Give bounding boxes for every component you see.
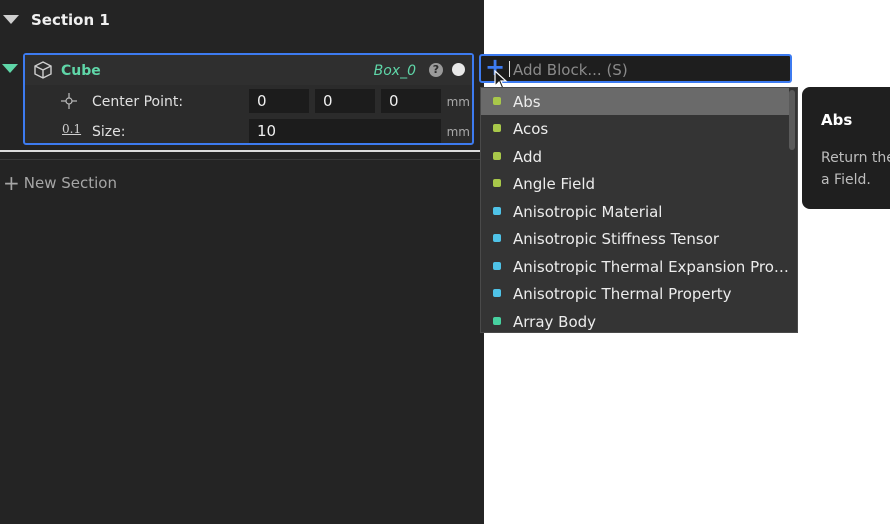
size-input[interactable]: 10 [249,119,441,143]
tooltip-description: Return the absolute value of a Field. [821,150,890,188]
plus-icon: + [3,171,20,195]
dropdown-item[interactable]: Abs [481,88,789,115]
left-panel: Section 1 Cube Box_0 ? Center Point: 0 0… [0,0,484,524]
add-block-field[interactable]: + [479,53,792,83]
dropdown-item[interactable]: Add [481,143,789,170]
block-title-row[interactable]: Cube Box_0 ? [25,55,472,85]
block-id-label[interactable]: Box_0 [374,63,416,79]
help-icon[interactable]: ? [429,63,443,77]
section-header[interactable]: Section 1 [0,0,484,40]
dropdown-item[interactable]: Angle Field [481,170,789,197]
dropdown-item[interactable]: Anisotropic Material [481,198,789,225]
divider [0,150,484,152]
center-point-x-input[interactable]: 0 [249,89,309,113]
dropdown-item[interactable]: Anisotropic Thermal Property [481,280,789,307]
category-dot-icon [493,124,501,132]
cube-icon [34,61,52,79]
category-dot-icon [493,207,501,215]
category-dot-icon [493,317,501,325]
block-collapse-triangle-icon[interactable] [2,64,18,73]
size-label: Size: [92,124,126,140]
size-unit: mm [446,125,470,139]
center-point-z-input[interactable]: 0 [381,89,441,113]
dropdown-item[interactable]: Anisotropic Thermal Expansion Property [481,253,789,280]
center-point-icon [61,93,77,109]
new-section-label: New Section [23,174,117,192]
text-caret [509,61,510,77]
dropdown-item[interactable]: Acos [481,115,789,142]
center-point-label: Center Point: [92,94,184,110]
block-tooltip: Abs Return the absolute value of a Field… [802,87,890,209]
dropdown-scrollbar[interactable] [789,90,795,150]
param-row-center-point: Center Point: 0 0 0 mm [25,86,472,116]
decimal-number-icon: 0.1 [62,122,82,136]
dropdown-item[interactable]: Anisotropic Stiffness Tensor [481,225,789,252]
category-dot-icon [493,262,501,270]
category-dot-icon [493,97,501,105]
block-dropdown: Abs Acos Add Angle Field Anisotropic Mat… [480,87,798,333]
section-title: Section 1 [31,11,110,29]
dropdown-item[interactable]: Array Body [481,308,789,332]
new-section-button[interactable]: + New Section [3,171,117,195]
cube-block-card[interactable]: Cube Box_0 ? Center Point: 0 0 0 mm 0.1 … [23,53,474,145]
status-dot-icon[interactable] [452,63,465,76]
center-point-unit: mm [446,95,470,109]
block-title: Cube [61,63,101,79]
category-dot-icon [493,179,501,187]
center-point-y-input[interactable]: 0 [315,89,375,113]
collapse-triangle-icon[interactable] [3,15,19,24]
divider-secondary [0,159,484,160]
category-dot-icon [493,289,501,297]
param-row-size: 0.1 Size: 10 mm [25,116,472,146]
category-dot-icon [493,234,501,242]
tooltip-title: Abs [821,111,853,129]
add-block-input[interactable] [511,57,785,83]
category-dot-icon [493,152,501,160]
